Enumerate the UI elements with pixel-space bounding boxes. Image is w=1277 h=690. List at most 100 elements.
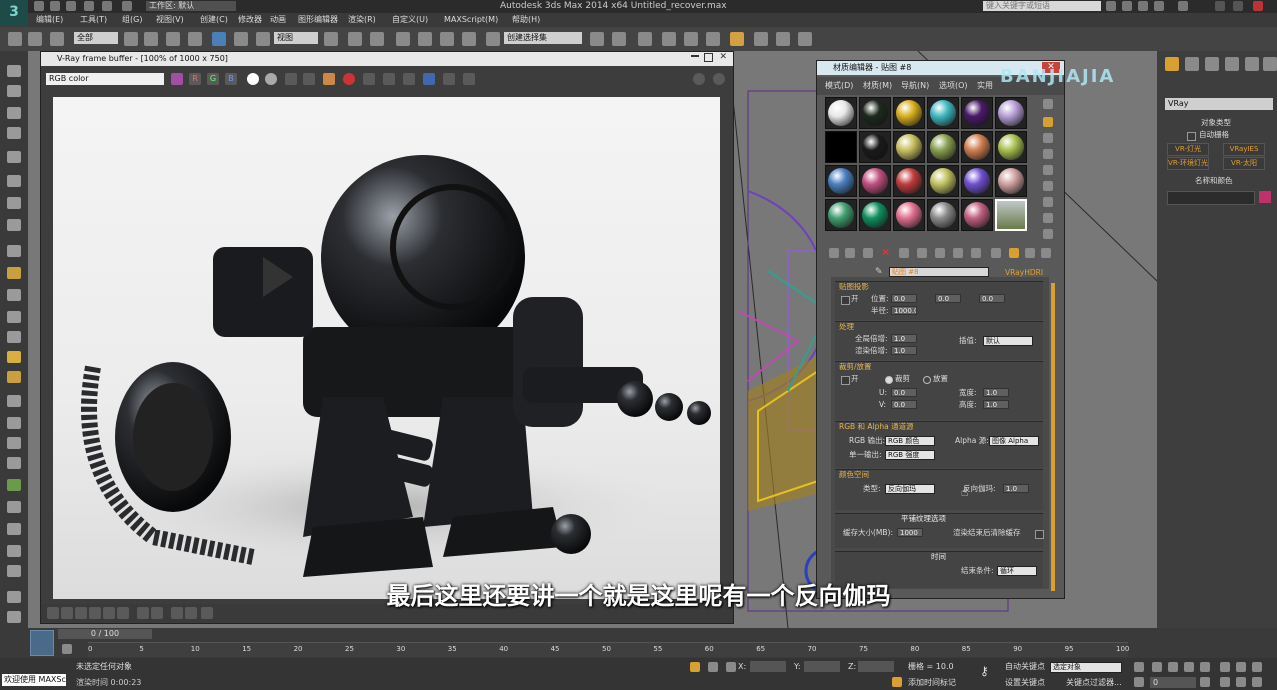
play-icon[interactable] [1168,662,1178,672]
material-sample-slot[interactable] [893,199,925,231]
link-to-vfb-icon[interactable] [443,73,455,85]
material-sample-slot[interactable] [825,165,857,197]
hierarchy-tab-icon[interactable] [1205,57,1219,71]
tiled-texture-header[interactable]: 平铺纹理选项 [901,514,946,524]
renderer-category-dropdown[interactable]: VRay [1165,98,1273,110]
color-corrections-icon[interactable] [693,73,705,85]
rotate-icon[interactable] [234,32,248,46]
new-file-icon[interactable] [34,1,44,11]
rgb-output-dropdown[interactable]: RGB 颜色 [885,436,935,446]
end-condition-dropdown[interactable]: 循环 [997,566,1037,576]
lens-effects-icon[interactable] [713,73,725,85]
goto-end-icon[interactable] [1200,662,1210,672]
mapping-on-checkbox[interactable] [841,296,850,305]
v-field[interactable]: 0.0 [891,400,917,409]
layer-manager-icon[interactable] [638,32,652,46]
undo-icon[interactable] [84,1,94,11]
material-sample-slot[interactable] [995,131,1027,163]
link-icon[interactable] [8,32,22,46]
question-icon[interactable] [7,611,21,623]
vray-fur-icon[interactable] [7,197,21,209]
reset-map-icon[interactable]: ✕ [881,247,890,259]
clear-image-icon[interactable] [343,73,355,85]
maximize-icon[interactable] [1233,1,1243,11]
vfb-minimize-icon[interactable] [691,55,699,57]
width-field[interactable]: 1.0 [983,388,1009,397]
crop-on-checkbox[interactable] [841,376,850,385]
open-curve-editor-icon[interactable] [62,644,72,654]
material-sample-slot[interactable] [961,131,993,163]
color-space-header[interactable]: 颜色空间 [839,470,869,480]
systems-icon[interactable] [7,457,21,469]
pan-icon[interactable] [1236,677,1246,687]
alpha-channel-icon[interactable] [247,73,259,85]
unlink-icon[interactable] [28,32,42,46]
get-material-icon[interactable] [829,248,839,258]
material-sample-slot[interactable] [927,131,959,163]
align-icon[interactable] [612,32,626,46]
load-image-icon[interactable] [303,73,315,85]
time-slider[interactable]: 0 / 100 [58,629,152,639]
spinner-snap-icon[interactable] [462,32,476,46]
menu-view[interactable]: 视图(V) [156,13,184,27]
autogrid-checkbox[interactable] [1187,132,1196,141]
zoom-all-icon[interactable] [1236,662,1246,672]
med-menu-options[interactable]: 选项(O) [939,80,968,91]
mono-output-dropdown[interactable]: RGB 强度 [885,450,935,460]
interpolation-dropdown[interactable]: 默认 [983,336,1033,346]
menu-customize[interactable]: 自定义(U) [392,13,428,27]
eyedropper-icon[interactable]: ✎ [875,267,883,277]
object-color-swatch[interactable] [1259,191,1271,203]
plant-icon[interactable] [7,479,21,491]
put-to-scene-icon[interactable] [845,248,855,258]
communication-icon[interactable] [1138,1,1148,11]
vray-sun-button[interactable]: VR-太阳 [1223,157,1265,170]
position-z-field[interactable]: 0.0 [979,294,1005,303]
vray-light-icon[interactable] [7,107,21,119]
project-folder-icon[interactable] [122,1,132,11]
save-image-icon[interactable] [285,73,297,85]
processing-header[interactable]: 处理 [839,322,854,332]
material-sample-slot[interactable] [927,165,959,197]
crop-radio[interactable] [885,376,893,384]
render-setup-icon[interactable] [754,32,768,46]
motion-tab-icon[interactable] [1225,57,1239,71]
history-icon[interactable] [463,73,475,85]
region-render-icon[interactable] [403,73,415,85]
copy-material-icon[interactable] [899,248,909,258]
vray-ies-button[interactable]: VRayIES [1223,143,1265,156]
graphite-tools-icon[interactable] [662,32,676,46]
reference-coordinate-dropdown[interactable]: 视图 [274,32,318,44]
edit-named-selection-icon[interactable] [486,32,500,46]
material-sample-slot[interactable] [893,97,925,129]
material-sample-slot[interactable] [995,199,1027,231]
select-by-name-icon[interactable] [144,32,158,46]
orbit-icon[interactable] [1252,677,1262,687]
map-name-field[interactable]: 贴图 #8 [889,267,989,277]
ball-icon[interactable] [7,545,21,557]
material-sample-slot[interactable] [859,97,891,129]
render-last-icon[interactable] [423,73,435,85]
med-scrollbar[interactable] [1051,283,1055,591]
channel-dropdown[interactable]: RGB color [46,73,164,85]
snaps-toggle-icon[interactable] [396,32,410,46]
vfb-maximize-icon[interactable] [704,53,713,62]
object-type-header[interactable]: 对象类型 [1201,118,1231,128]
video-color-check-icon[interactable] [1043,165,1053,175]
select-by-material-icon[interactable] [1043,213,1053,223]
u-field[interactable]: 0.0 [891,388,917,397]
blue-channel-button[interactable]: B [225,73,237,85]
height-field[interactable]: 1.0 [983,400,1009,409]
workspace-dropdown[interactable]: 工作区: 默认 [146,1,236,11]
omni-light-icon[interactable] [7,371,21,383]
save-file-icon[interactable] [66,1,76,11]
red-channel-button[interactable]: R [189,73,201,85]
color-space-type-dropdown[interactable]: 反向伽玛 [885,484,935,494]
rendered-frame-window-icon[interactable] [776,32,790,46]
object-name-input[interactable] [1167,191,1255,205]
mirror-icon[interactable] [590,32,604,46]
vray-ambient-light-button[interactable]: VR-环境灯光 [1167,157,1209,170]
search-input[interactable]: 键入关键字或短语 [983,1,1101,11]
helper-icon[interactable] [7,417,21,429]
cache-size-field[interactable]: 1000 [897,528,923,537]
